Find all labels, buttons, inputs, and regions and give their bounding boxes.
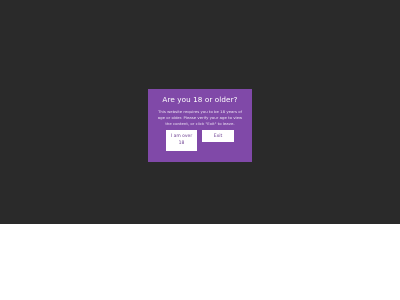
modal-title: Are you 18 or older? [162, 95, 238, 104]
page: Are you 18 or older? This website requir… [0, 0, 400, 300]
modal-buttons: I am over 18 Exit [153, 130, 247, 151]
exit-button[interactable]: Exit [202, 130, 234, 142]
age-verification-modal: Are you 18 or older? This website requir… [148, 89, 252, 162]
confirm-age-button[interactable]: I am over 18 [166, 130, 197, 151]
modal-message: This website requires you to be 18 years… [157, 109, 243, 126]
